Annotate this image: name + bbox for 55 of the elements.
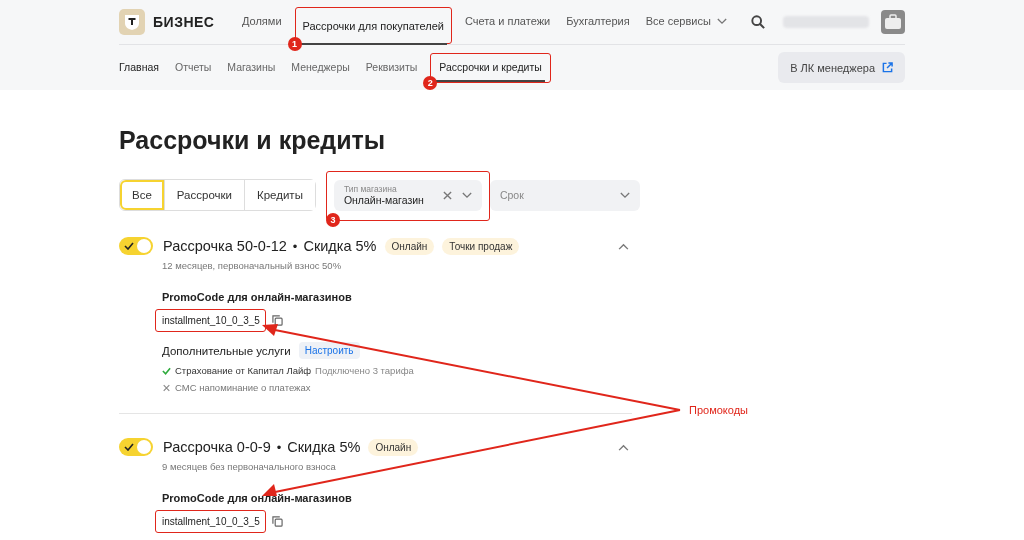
logo-icon[interactable]: [119, 9, 145, 35]
subnav-tab[interactable]: Рассрочки и кредиты: [436, 54, 545, 82]
separator-dot: •: [292, 238, 298, 254]
chevron-down-icon: [461, 191, 472, 199]
tag: Онлайн: [368, 438, 419, 456]
segment-button[interactable]: Все: [120, 180, 164, 210]
filter-select[interactable]: Тип магазина Онлайн-магазин: [333, 179, 482, 211]
chevron-down-icon: [619, 191, 630, 199]
brand-name: БИЗНЕС: [153, 14, 215, 30]
service-name: СМС напоминание о платежах: [175, 382, 311, 393]
briefcase-icon[interactable]: [881, 10, 905, 34]
nav-tab[interactable]: Рассрочки для покупателей: [299, 8, 447, 45]
manager-button[interactable]: В ЛК менеджера: [778, 52, 905, 83]
check-icon: [124, 443, 134, 451]
offer-name: Рассрочка 0-0-9: [163, 439, 271, 455]
subnav-tab[interactable]: Отчеты: [171, 45, 215, 90]
nav-tab[interactable]: Долями: [239, 0, 285, 44]
subnav-tab[interactable]: Реквизиты: [362, 45, 421, 90]
page-title: Рассрочки и кредиты: [119, 126, 387, 155]
offer-subtitle: 12 месяцев, первоначальный взнос 50%: [162, 260, 343, 271]
promo-code: installment_10_0_3_5: [155, 510, 266, 533]
segment-button[interactable]: Кредиты: [244, 180, 315, 210]
offer-name: Рассрочка 50-0-12: [163, 238, 287, 254]
subnav-tab[interactable]: Главная: [119, 45, 162, 90]
tag: Онлайн: [384, 237, 435, 255]
close-icon[interactable]: [442, 190, 452, 200]
separator-dot: •: [276, 439, 282, 455]
subnav-tab[interactable]: Магазины: [224, 45, 279, 90]
toggle-switch[interactable]: [119, 237, 153, 255]
check-icon: [124, 242, 134, 250]
copy-icon[interactable]: [271, 516, 283, 527]
configure-link[interactable]: Настроить: [298, 342, 360, 359]
tag: Точки продаж: [442, 237, 520, 255]
external-link-icon: [882, 62, 893, 73]
promo-code: installment_10_0_3_5: [155, 309, 266, 332]
annotation-label: Промокоды: [689, 404, 748, 416]
nav-tab[interactable]: Счета и платежи: [461, 0, 554, 44]
offer-discount: Скидка 5%: [303, 238, 377, 254]
copy-icon[interactable]: [271, 315, 283, 326]
toggle-switch[interactable]: [119, 438, 153, 456]
promo-label: PromoCode для онлайн-магазинов: [162, 291, 353, 303]
nav-tab[interactable]: Бухгалтерия: [563, 0, 633, 44]
service-note: Подключено 3 тарифа: [315, 365, 414, 376]
offer-subtitle: 9 месяцев без первоначального взноса: [162, 461, 337, 472]
search-icon[interactable]: [751, 15, 765, 29]
annotation-badge: 3: [325, 212, 340, 227]
services-title: Дополнительные услуги: [162, 344, 291, 357]
chevron-up-icon[interactable]: [618, 443, 629, 451]
annotation-badge: 1: [287, 37, 302, 51]
annotation-badge: 2: [423, 76, 438, 90]
promo-label: PromoCode для онлайн-магазинов: [162, 492, 353, 504]
chevron-up-icon[interactable]: [618, 242, 629, 250]
offer-discount: Скидка 5%: [287, 439, 361, 455]
nav-tab[interactable]: Все сервисы: [642, 0, 730, 44]
service-name: Страхование от Капитал Лайф: [175, 365, 312, 376]
